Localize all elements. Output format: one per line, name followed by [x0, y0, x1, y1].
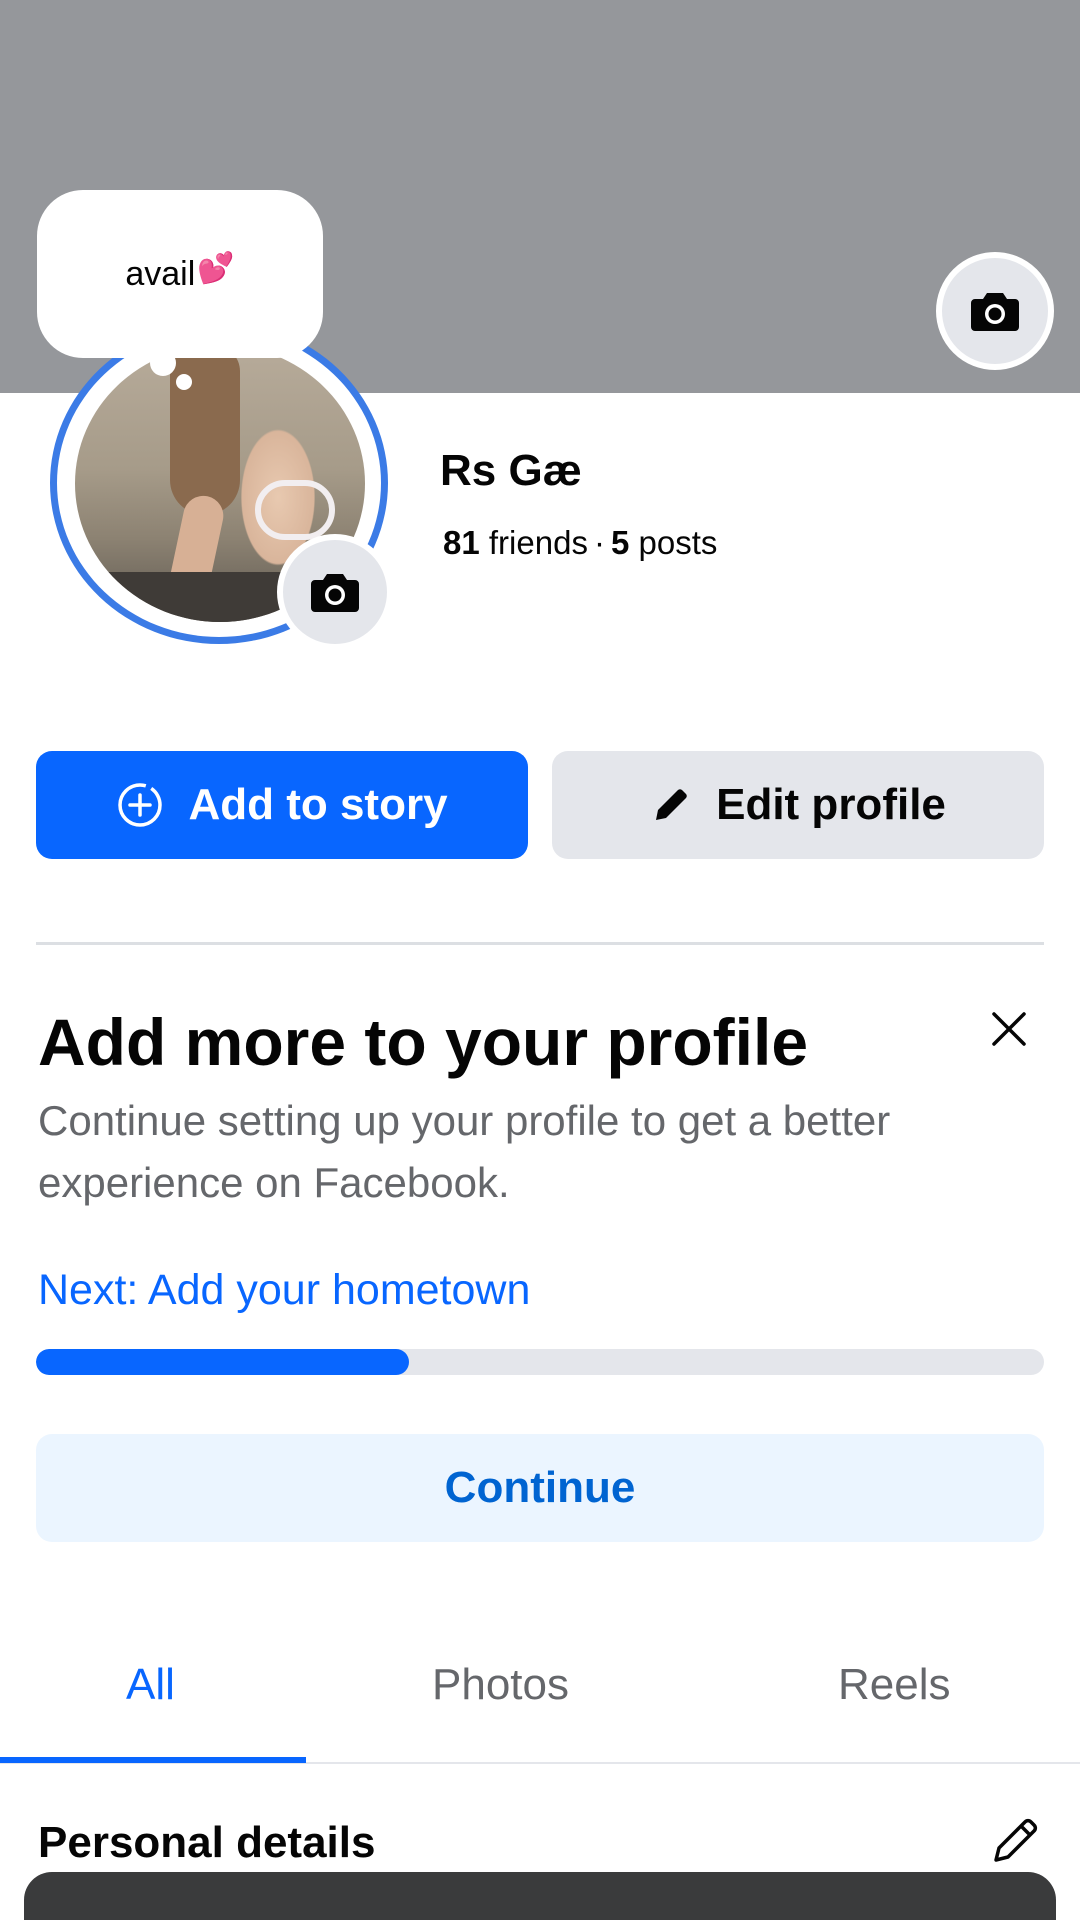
next-step-link[interactable]: Next: Add your hometown — [38, 1266, 530, 1315]
profile-progress-fill — [36, 1349, 409, 1375]
tab-photos[interactable]: Photos — [432, 1660, 569, 1710]
profile-note-text: avail — [125, 254, 196, 293]
profile-note-bubble[interactable]: avail 💕 — [37, 190, 323, 358]
personal-details-title: Personal details — [38, 1818, 376, 1867]
active-tab-indicator — [0, 1757, 306, 1763]
edit-cover-camera-button[interactable] — [936, 252, 1054, 370]
profile-progress-bar — [36, 1349, 1044, 1375]
posts-count: 5 — [610, 524, 630, 561]
pencil-icon — [656, 789, 687, 820]
camera-icon — [311, 574, 359, 612]
pencil-outline-icon — [994, 1818, 1038, 1862]
hearts-emoji: 💕 — [197, 251, 235, 285]
bottom-sheet-peek[interactable] — [24, 1872, 1056, 1920]
note-bubble-tail — [150, 350, 176, 376]
tab-reels[interactable]: Reels — [838, 1660, 951, 1710]
continue-button[interactable]: Continue — [36, 1434, 1044, 1542]
stats-separator: · — [593, 524, 605, 561]
edit-profile-picture-button[interactable] — [277, 534, 393, 650]
setup-card-description: Continue setting up your profile to get … — [38, 1097, 891, 1206]
edit-profile-label: Edit profile — [716, 780, 946, 829]
friends-count: 81 — [443, 524, 480, 561]
setup-card-title: Add more to your profile — [38, 1005, 809, 1079]
profile-name: Rs Gæ — [440, 446, 582, 495]
section-divider — [36, 942, 1044, 945]
edit-profile-button[interactable]: Edit profile — [552, 751, 1044, 859]
profile-stats: 81 friends · 5 posts — [443, 524, 717, 562]
add-to-story-label: Add to story — [188, 780, 448, 829]
edit-personal-details-button[interactable] — [988, 1814, 1042, 1868]
note-bubble-tail-small — [176, 374, 192, 390]
tab-all[interactable]: All — [126, 1660, 175, 1710]
friends-label[interactable]: friends — [489, 524, 588, 561]
continue-label: Continue — [444, 1463, 636, 1512]
posts-label: posts — [638, 524, 718, 561]
camera-icon — [971, 293, 1019, 331]
add-circle-icon — [118, 783, 163, 827]
close-icon — [992, 1012, 1026, 1046]
close-setup-card-button[interactable] — [986, 1006, 1032, 1052]
add-to-story-button[interactable]: Add to story — [36, 751, 528, 859]
